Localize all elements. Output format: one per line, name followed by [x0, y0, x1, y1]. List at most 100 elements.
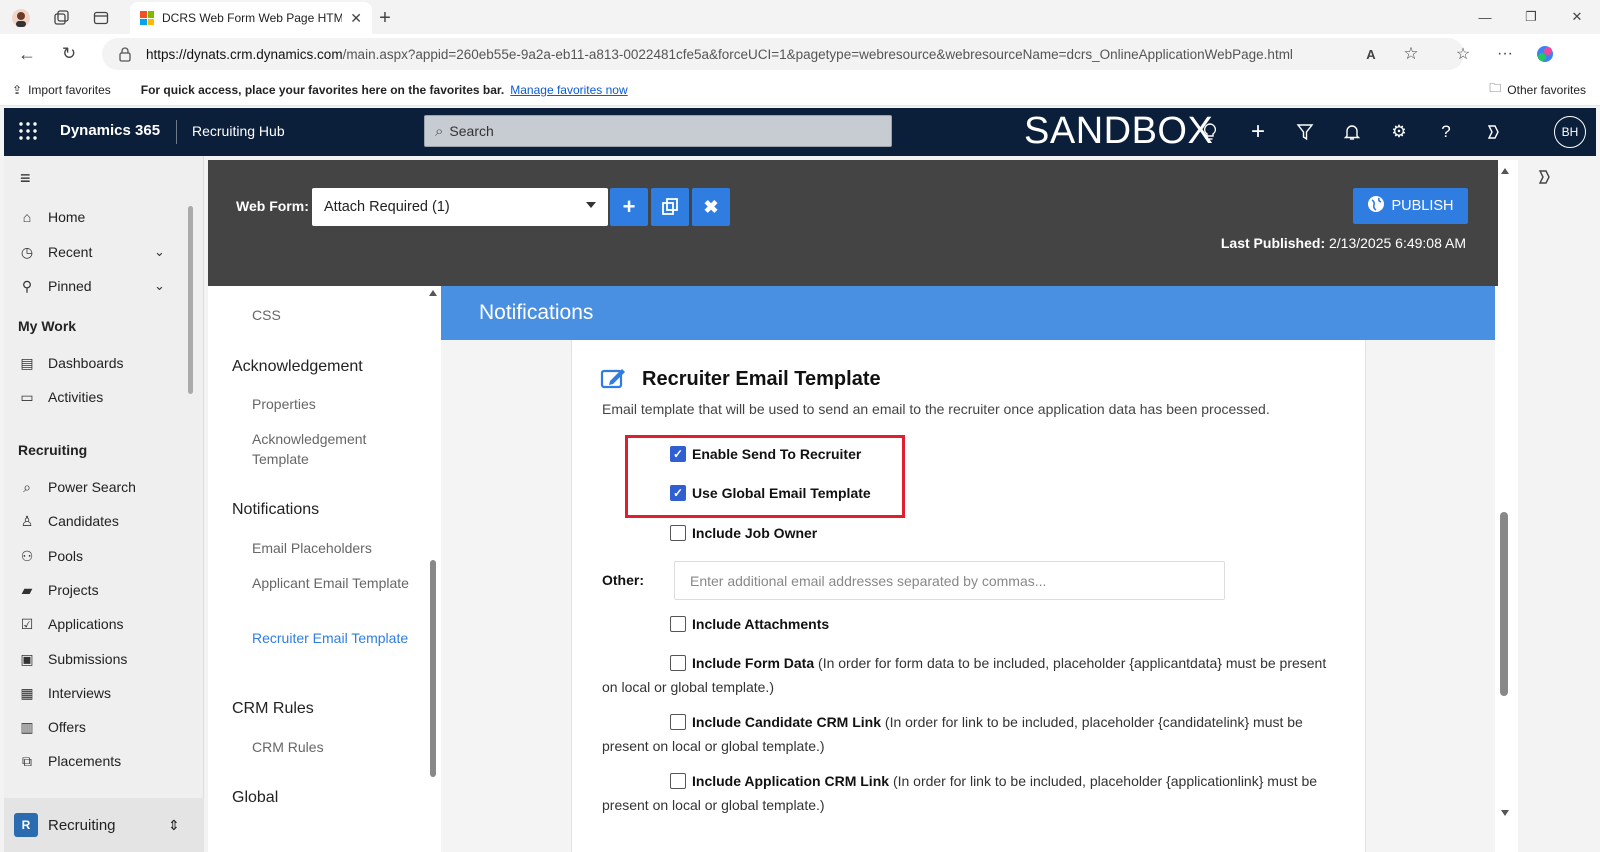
content-scroll-thumb[interactable] [1500, 512, 1508, 696]
nav-interviews[interactable]: ▦ Interviews [18, 681, 111, 705]
secnav-crm-rules[interactable]: CRM Rules [252, 737, 412, 757]
help-icon[interactable]: ? [1434, 120, 1458, 144]
include-application-link-label: Include Application CRM Link [692, 773, 890, 789]
secnav-notifications[interactable]: Notifications [232, 501, 319, 519]
other-emails-input[interactable]: Enter additional email addresses separat… [674, 561, 1225, 600]
add-form-button[interactable]: + [610, 188, 648, 226]
secnav-crm-rules-heading[interactable]: CRM Rules [232, 700, 314, 718]
nav-placements-label: Placements [48, 753, 122, 769]
tab-actions-icon[interactable] [90, 7, 112, 29]
copy-icon [662, 198, 678, 215]
nav-placements[interactable]: ⧉ Placements [18, 749, 121, 773]
secnav-properties[interactable]: Properties [252, 394, 412, 414]
app-header: Dynamics 365 Recruiting Hub ⌕ Search SAN… [4, 108, 1596, 156]
refresh-icon[interactable]: ↻ [58, 43, 80, 65]
my-work-heading: My Work [18, 318, 77, 334]
secnav-acknowledgement[interactable]: Acknowledgement [232, 358, 363, 376]
read-aloud-icon[interactable]: A [1360, 43, 1382, 65]
restore-icon[interactable]: ❐ [1508, 0, 1554, 34]
filter-icon[interactable] [1293, 120, 1317, 144]
nav-candidates[interactable]: ♙ Candidates [18, 509, 119, 533]
include-job-owner-checkbox[interactable]: Include Job Owner [670, 525, 817, 541]
include-attachments-checkbox[interactable]: Include Attachments [670, 616, 829, 632]
workspaces-icon[interactable] [50, 7, 72, 29]
pinned-chevron-down-icon[interactable]: ⌄ [154, 278, 165, 294]
nav-dashboards-label: Dashboards [48, 355, 124, 371]
import-favorites-icon[interactable]: ⇪ [12, 83, 22, 97]
secnav-global[interactable]: Global [232, 789, 278, 807]
secnav-applicant-email[interactable]: Applicant Email Template [252, 573, 412, 593]
secnav-recruiter-email[interactable]: Recruiter Email Template [252, 628, 412, 648]
scroll-up-icon[interactable] [1501, 168, 1509, 174]
content-scrollbar[interactable] [1498, 160, 1512, 852]
hamburger-menu-icon[interactable]: ≡ [20, 168, 31, 189]
more-icon[interactable]: ··· [1494, 43, 1516, 65]
secnav-scrollbar[interactable] [426, 286, 440, 852]
enable-send-checkbox[interactable]: ✓ Enable Send To Recruiter [670, 446, 861, 462]
secnav-ack-template[interactable]: Acknowledgement Template [252, 429, 412, 469]
nav-home-label: Home [48, 209, 86, 225]
document-icon: ▥ [20, 718, 34, 735]
secnav-css[interactable]: CSS [252, 305, 412, 325]
copy-form-button[interactable] [651, 188, 689, 226]
nav-recent-label: Recent [48, 244, 93, 260]
include-form-data-checkbox[interactable] [670, 655, 686, 671]
side-pane [1530, 160, 1590, 852]
app-name[interactable]: Dynamics 365 [60, 122, 160, 139]
global-search[interactable]: ⌕ Search [424, 115, 892, 147]
use-global-checkbox[interactable]: ✓ Use Global Email Template [670, 485, 871, 501]
settings-gear-icon[interactable]: ⚙ [1387, 120, 1411, 144]
notifications-bell-icon[interactable] [1340, 120, 1364, 144]
nav-submissions[interactable]: ▣ Submissions [18, 647, 127, 671]
recent-chevron-down-icon[interactable]: ⌄ [154, 244, 165, 260]
favorite-star-icon[interactable]: ☆ [1400, 43, 1422, 65]
import-favorites[interactable]: Import favorites [28, 83, 111, 97]
nav-applications[interactable]: ☑ Applications [18, 612, 124, 636]
minimize-icon[interactable]: — [1462, 0, 1508, 34]
other-favorites[interactable]: Other favorites [1507, 83, 1586, 97]
copilot-pane-icon[interactable] [1535, 168, 1553, 189]
delete-form-button[interactable]: ✖ [692, 188, 730, 226]
app-launcher-icon[interactable] [18, 121, 38, 144]
secnav-scroll-thumb[interactable] [430, 560, 436, 777]
nav-projects[interactable]: ▰ Projects [18, 578, 99, 602]
secnav-email-placeholders[interactable]: Email Placeholders [252, 538, 412, 558]
new-icon[interactable]: + [1246, 118, 1270, 145]
copilot-header-icon[interactable] [1481, 120, 1505, 144]
nav-home[interactable]: ⌂ Home [18, 205, 86, 229]
nav-pinned[interactable]: ⚲ Pinned [18, 274, 92, 298]
nav-offers[interactable]: ▥ Offers [18, 715, 86, 739]
nav-dashboards[interactable]: ▤ Dashboards [18, 351, 124, 375]
include-application-link-checkbox[interactable] [670, 773, 686, 789]
user-avatar[interactable]: BH [1554, 116, 1586, 148]
new-tab-icon[interactable]: + [374, 7, 396, 29]
close-tab-icon[interactable]: ✕ [350, 10, 362, 27]
other-favorites-folder-icon: 🗀 [1489, 81, 1502, 95]
nav-pools[interactable]: ⚇ Pools [18, 544, 83, 568]
include-candidate-link-checkbox[interactable] [670, 714, 686, 730]
org-chart-icon: ⧉ [22, 752, 32, 769]
lightbulb-icon[interactable] [1198, 120, 1222, 144]
back-icon[interactable]: ← [16, 43, 38, 65]
pin-icon: ⚲ [21, 277, 33, 294]
web-form-select[interactable]: Attach Required (1) [312, 188, 608, 226]
scroll-down-icon[interactable] [1501, 810, 1509, 816]
nav-recent[interactable]: ◷ Recent [18, 240, 92, 264]
area-name[interactable]: Recruiting Hub [192, 123, 285, 139]
person-icon: ♙ [20, 512, 34, 529]
close-window-icon[interactable]: ✕ [1554, 0, 1600, 34]
active-tab[interactable]: DCRS Web Form Web Page HTML ✕ [130, 2, 372, 34]
copilot-icon[interactable] [1534, 43, 1556, 65]
favorites-icon[interactable]: ☆ [1452, 43, 1474, 65]
scroll-up-icon[interactable] [429, 290, 437, 296]
nav-power-search[interactable]: ⌕ Power Search [18, 475, 136, 499]
profile-icon[interactable] [10, 7, 32, 29]
nav-activities[interactable]: ▭ Activities [18, 385, 103, 409]
plus-icon: + [622, 194, 636, 219]
manage-favorites-link[interactable]: Manage favorites now [510, 83, 627, 97]
area-switcher[interactable]: R Recruiting ⇕ [4, 798, 204, 852]
nav-scrollbar[interactable] [188, 206, 193, 394]
url-field[interactable]: https://dynats.crm.dynamics.com/main.asp… [102, 38, 1464, 70]
clock-icon: ◷ [20, 243, 34, 260]
publish-button[interactable]: PUBLISH [1353, 188, 1468, 224]
